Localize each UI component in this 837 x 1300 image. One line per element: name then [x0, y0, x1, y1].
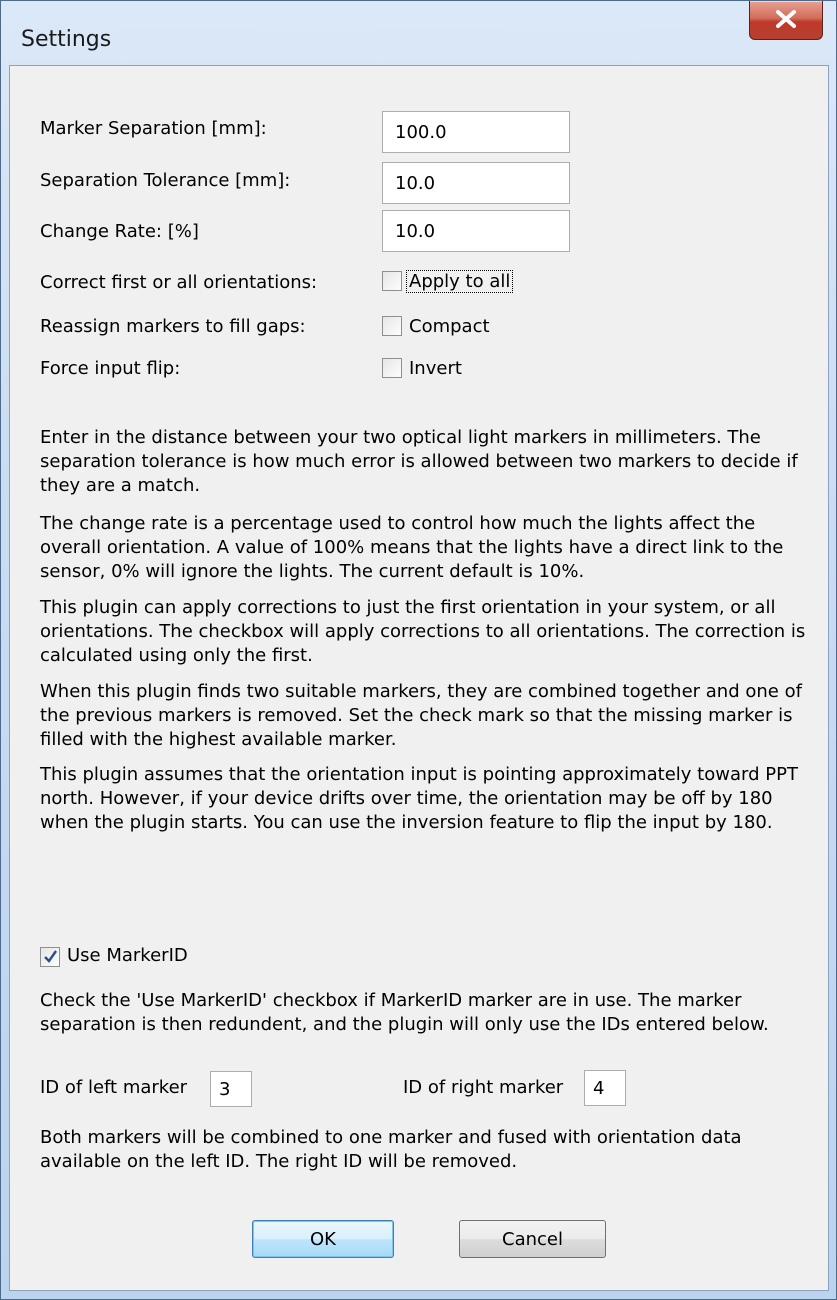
change-rate-label: Change Rate: [%] — [40, 221, 199, 242]
markerid-note: Both markers will be combined to one mar… — [40, 1127, 742, 1172]
invert-checkbox[interactable] — [382, 358, 402, 378]
left-marker-label: ID of left marker — [40, 1077, 188, 1098]
close-icon — [776, 10, 796, 28]
marker-separation-label: Marker Separation [mm]: — [40, 118, 267, 139]
apply-to-all-label: Correct first or all orientations: — [40, 272, 318, 293]
cancel-button[interactable]: Cancel — [459, 1220, 606, 1258]
apply-to-all-checkbox[interactable] — [382, 271, 402, 291]
invert-label: Force input flip: — [40, 358, 181, 379]
close-button[interactable] — [749, 1, 823, 40]
right-marker-input[interactable]: 4 — [584, 1070, 626, 1106]
settings-dialog: Settings Marker Separation [mm]: 100.0 S… — [0, 0, 837, 1300]
help-paragraph-invert: This plugin assumes that the orientation… — [40, 764, 798, 833]
use-markerid-checkbox[interactable] — [40, 947, 60, 967]
title-bar[interactable]: Settings — [1, 1, 836, 65]
use-markerid-label[interactable]: Use MarkerID — [67, 945, 188, 966]
client-area: Marker Separation [mm]: 100.0 Separation… — [9, 65, 829, 1291]
checkmark-icon — [44, 950, 57, 963]
markerid-description: Check the 'Use MarkerID' checkbox if Mar… — [40, 990, 769, 1035]
apply-to-all-checkbox-label[interactable]: Apply to all — [406, 270, 514, 293]
help-paragraph-apply-all: This plugin can apply corrections to jus… — [40, 597, 806, 666]
ok-button[interactable]: OK — [252, 1220, 394, 1258]
marker-separation-input[interactable]: 100.0 — [382, 111, 570, 153]
change-rate-input[interactable]: 10.0 — [382, 210, 570, 252]
separation-tolerance-input[interactable]: 10.0 — [382, 162, 570, 204]
compact-checkbox-label[interactable]: Compact — [409, 316, 490, 337]
help-paragraph-compact: When this plugin finds two suitable mark… — [40, 681, 802, 750]
compact-checkbox[interactable] — [382, 316, 402, 336]
help-paragraph-change-rate: The change rate is a percentage used to … — [40, 513, 784, 582]
help-paragraph-separation: Enter in the distance between your two o… — [40, 427, 798, 496]
right-marker-label: ID of right marker — [403, 1077, 564, 1098]
invert-checkbox-label[interactable]: Invert — [409, 358, 462, 379]
separation-tolerance-label: Separation Tolerance [mm]: — [40, 170, 291, 191]
compact-label: Reassign markers to fill gaps: — [40, 316, 306, 337]
window-title: Settings — [21, 27, 112, 52]
left-marker-input[interactable]: 3 — [210, 1071, 252, 1107]
